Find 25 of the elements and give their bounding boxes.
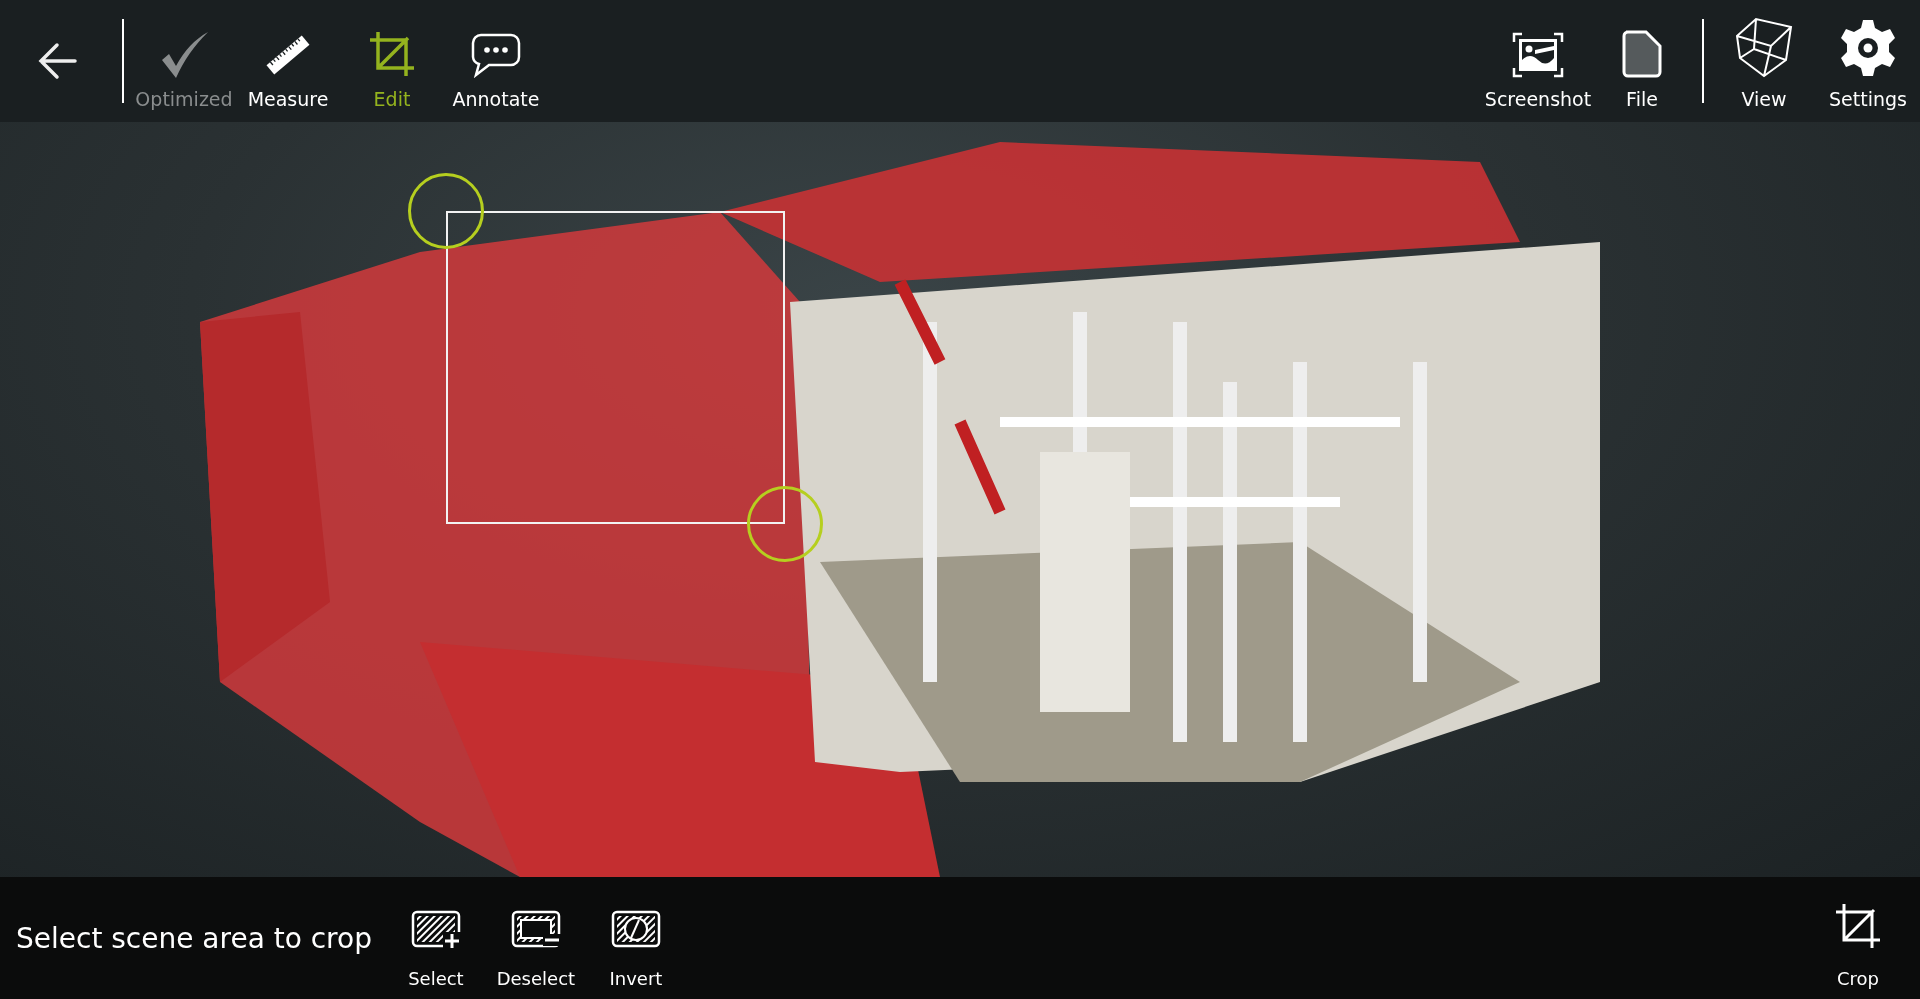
speech-bubble-icon: [471, 32, 521, 78]
wireframe-cube-icon: [1734, 16, 1794, 78]
settings-icon: [1838, 18, 1898, 78]
picture-frame-icon: [1512, 32, 1564, 78]
crop-button[interactable]: Crop: [1816, 883, 1900, 993]
hatched-rectangle-arrows-icon: [610, 910, 661, 950]
selection-button[interactable]: Deselect: [485, 883, 586, 993]
toolbar-button[interactable]: File: [1590, 6, 1694, 116]
resize-handle[interactable]: [408, 173, 484, 249]
selection-button[interactable]: Select: [385, 883, 486, 993]
crop-icon: [368, 30, 416, 78]
checkmark-icon: [160, 32, 208, 78]
instruction-text: Select scene area to crop: [16, 921, 372, 955]
toolbar-button[interactable]: Edit: [340, 6, 444, 116]
hatched-rectangle-plus-icon: [410, 910, 461, 950]
toolbar-button[interactable]: Screenshot: [1486, 6, 1590, 116]
toolbar-button[interactable]: View: [1712, 6, 1816, 116]
hatched-rectangle-minus-icon: [510, 910, 561, 950]
toolbar-button[interactable]: Settings: [1816, 6, 1920, 116]
toolbar-button[interactable]: Measure: [236, 6, 340, 116]
crop-icon: [1834, 902, 1882, 950]
toolbar-button[interactable]: Annotate: [444, 6, 548, 116]
selection-button[interactable]: Invert: [585, 883, 686, 993]
document-icon: [1622, 30, 1662, 78]
resize-handle[interactable]: [747, 486, 823, 562]
